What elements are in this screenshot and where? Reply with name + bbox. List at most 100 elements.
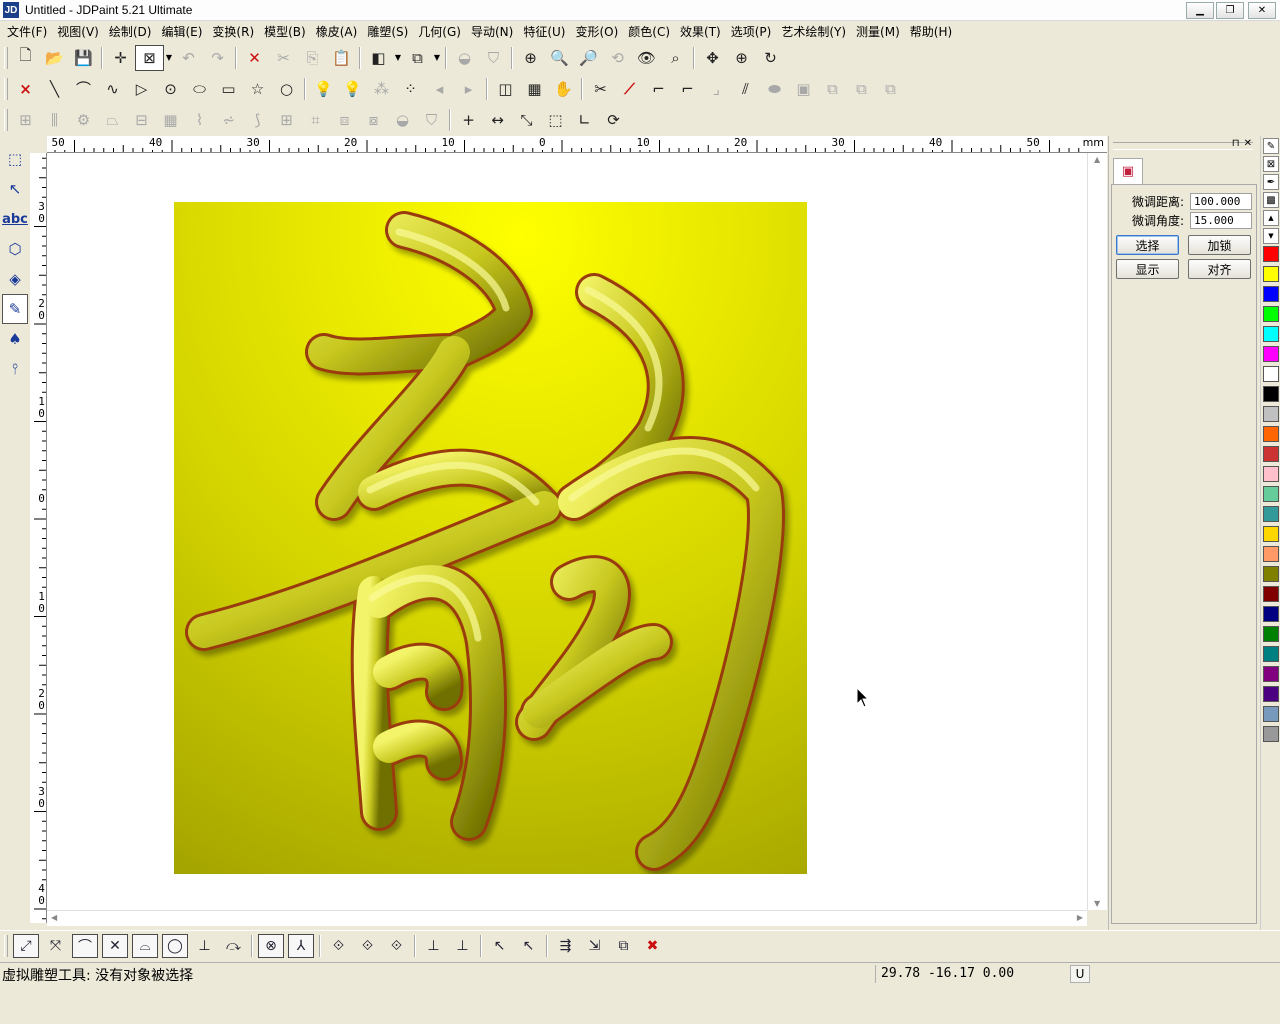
wave-icon[interactable]: ⌇ [185, 107, 214, 133]
no-color-icon[interactable]: ⊠ [1263, 156, 1279, 172]
menu-item[interactable]: 文件(F) [2, 23, 52, 40]
distribute-icon[interactable]: ⫼ [40, 107, 69, 133]
group-icon[interactable]: ⧉ [818, 76, 847, 102]
gear-shape-icon[interactable]: ⚙ [69, 107, 98, 133]
bulb-green-icon[interactable]: 💡 [309, 76, 338, 102]
refresh-shape-icon[interactable]: ⟳ [599, 107, 628, 133]
snap-endpoint-icon[interactable]: ⤢ [13, 933, 39, 958]
spiral-icon[interactable]: ⟆ [243, 107, 272, 133]
pan-icon[interactable]: ✥ [698, 45, 727, 71]
twist-icon[interactable]: ⩫ [214, 107, 243, 133]
zoom-window-icon[interactable]: ⊕ [516, 45, 545, 71]
menu-item[interactable]: 特征(U) [518, 23, 570, 40]
arrow-left-icon[interactable]: ◂ [425, 76, 454, 102]
menu-item[interactable]: 编辑(E) [156, 23, 207, 40]
color-swatch[interactable] [1263, 386, 1279, 402]
scale-nodes-icon[interactable]: ⇲ [580, 933, 609, 959]
star-icon[interactable]: ☆ [243, 76, 272, 102]
render-mode-icon[interactable]: ◧ [364, 45, 393, 71]
unpick-icon[interactable]: ↖ [514, 933, 543, 959]
grid-mesh-icon[interactable]: ▦ [156, 107, 185, 133]
color-swatch[interactable] [1263, 286, 1279, 302]
drawing-canvas[interactable] [47, 153, 1087, 910]
menu-item[interactable]: 几何(G) [413, 23, 466, 40]
color-swatch[interactable] [1263, 506, 1279, 522]
polyline-icon[interactable]: ▷ [127, 76, 156, 102]
curve-icon[interactable]: ∿ [98, 76, 127, 102]
color-swatch[interactable] [1263, 406, 1279, 422]
line-icon[interactable]: ╲ [40, 76, 69, 102]
align-icon[interactable]: ⊞ [11, 107, 40, 133]
color-swatch[interactable] [1263, 726, 1279, 742]
trim-icon[interactable]: ✂ [586, 76, 615, 102]
copy-nodes-icon[interactable]: ⧉ [609, 933, 638, 959]
view-cube-icon[interactable]: ⧉ [403, 45, 432, 71]
rectangle-icon[interactable]: ▭ [214, 76, 243, 102]
cancel-icon[interactable]: ✖ [638, 933, 667, 959]
crosshair-icon[interactable]: ✛ [106, 45, 135, 71]
maximize-button[interactable]: ❐ [1216, 2, 1244, 19]
node-edit-icon[interactable]: ⁘ [396, 76, 425, 102]
close-icon[interactable]: ✕ [1244, 138, 1252, 149]
bulb-yellow-icon[interactable]: 💡 [338, 76, 367, 102]
zoom-refresh-icon[interactable]: ⟲ [603, 45, 632, 71]
unit-mode-indicator[interactable]: U [1070, 965, 1090, 983]
scroll-up-icon[interactable]: ▲ [1094, 155, 1100, 164]
fillet-icon[interactable]: ⌐ [644, 76, 673, 102]
shade-mode-icon[interactable]: ◒ [450, 45, 479, 71]
shield-shade-icon[interactable]: ⛉ [479, 45, 508, 71]
copy-icon[interactable]: ⎘ [298, 45, 327, 71]
menu-item[interactable]: 颜色(C) [623, 23, 675, 40]
angle-icon[interactable]: ∟ [570, 107, 599, 133]
delete-icon[interactable]: ✕ [240, 45, 269, 71]
rotate-dim-icon[interactable]: ⤡ [512, 107, 541, 133]
palette-scroll-down-icon[interactable]: ▼ [1263, 228, 1279, 244]
color-swatch[interactable] [1263, 586, 1279, 602]
eyedropper-icon[interactable]: ✒ [1263, 174, 1279, 190]
paste-icon[interactable]: 📋 [327, 45, 356, 71]
menu-item[interactable]: 艺术绘制(Y) [776, 23, 851, 40]
fill-tool-icon[interactable]: ◈ [2, 264, 28, 294]
angle-field[interactable]: 15.000 [1190, 212, 1252, 229]
menu-item[interactable]: 变换(R) [207, 23, 259, 40]
zoom-icon[interactable]: ⊕ [727, 45, 756, 71]
horizontal-scrollbar[interactable]: ◀ ▶ [47, 910, 1087, 926]
text-tool-icon[interactable]: abc [2, 204, 28, 234]
move-nodes-icon[interactable]: ⇶ [551, 933, 580, 959]
menu-item[interactable]: 选项(P) [726, 23, 777, 40]
menu-item[interactable]: 帮助(H) [905, 23, 957, 40]
zoom-next-icon[interactable]: 🔎 [574, 45, 603, 71]
color-swatch[interactable] [1263, 646, 1279, 662]
dropdown-arrow-icon[interactable]: ▼ [432, 45, 442, 71]
distance-field[interactable]: 100.000 [1190, 193, 1252, 210]
node-tool-icon[interactable]: ↖ [2, 174, 28, 204]
color-swatch[interactable] [1263, 446, 1279, 462]
snap-intersect-icon[interactable]: ✕ [102, 933, 128, 958]
close-button[interactable]: ✕ [1248, 2, 1276, 19]
toolbar-grip[interactable] [4, 934, 8, 957]
color-swatch[interactable] [1263, 326, 1279, 342]
snap-point-icon[interactable]: ⊗ [258, 933, 284, 958]
scroll-down-icon[interactable]: ▼ [1094, 899, 1100, 908]
panel-close-icon[interactable]: ⊓ ✕ [1232, 138, 1252, 149]
rotate-view-icon[interactable]: ⟐ [324, 933, 353, 959]
measure-tool-icon[interactable]: ⫯ [2, 354, 28, 384]
array-icon[interactable]: ▦ [520, 76, 549, 102]
shield-icon[interactable]: ⛉ [417, 107, 446, 133]
snap-center-icon[interactable]: ◯ [162, 933, 188, 958]
toolbar-grip[interactable] [4, 46, 8, 69]
color-swatch[interactable] [1263, 426, 1279, 442]
lock-button[interactable]: 加锁 [1188, 235, 1251, 255]
sweep-icon[interactable]: ⏢ [98, 107, 127, 133]
boolean-icon[interactable]: ⧈ [330, 107, 359, 133]
menu-item[interactable]: 导动(N) [466, 23, 518, 40]
extend-icon[interactable]: ⟋ [615, 76, 644, 102]
select-button[interactable]: 选择 [1116, 235, 1179, 255]
select-box-icon[interactable]: ⊠ [135, 44, 164, 71]
redo-icon[interactable]: ↷ [203, 45, 232, 71]
menu-item[interactable]: 测量(M) [851, 23, 905, 40]
scroll-right-icon[interactable]: ▶ [1077, 913, 1083, 922]
point-icon[interactable]: × [11, 76, 40, 102]
pattern-icon[interactable]: ▩ [1263, 192, 1279, 208]
ungroup-icon[interactable]: ⧉ [847, 76, 876, 102]
